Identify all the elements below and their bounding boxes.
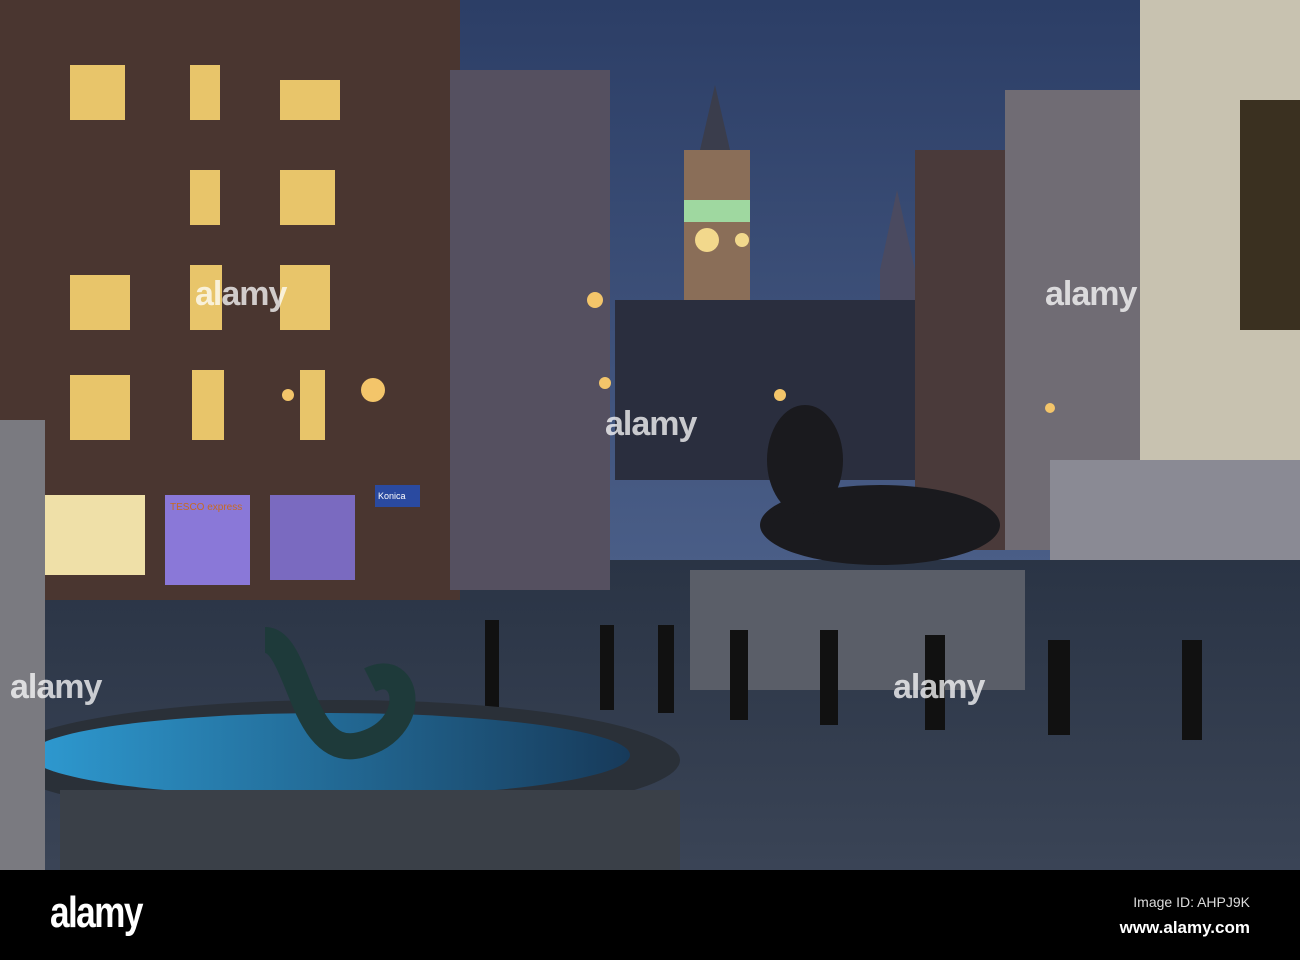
watermark: alamy: [10, 668, 102, 706]
footer-bar: alamy Image ID: AHPJ9K www.alamy.com: [0, 870, 1300, 960]
watermark: alamy: [195, 275, 287, 313]
website-link[interactable]: www.alamy.com: [1120, 918, 1250, 938]
shop-sign-tesco: TESCO express: [170, 502, 242, 513]
watermark: alamy: [893, 668, 985, 706]
shop-sign-konica: Konica: [378, 491, 406, 501]
watermark: alamy: [605, 405, 697, 443]
left-pillar: [0, 420, 45, 870]
watermark: alamy: [1045, 275, 1137, 313]
alamy-logo: alamy: [50, 888, 143, 937]
parliament-building: [615, 300, 915, 480]
image-id: Image ID: AHPJ9K: [1133, 894, 1250, 910]
left-building: [0, 0, 610, 600]
clock-face: [695, 228, 719, 252]
